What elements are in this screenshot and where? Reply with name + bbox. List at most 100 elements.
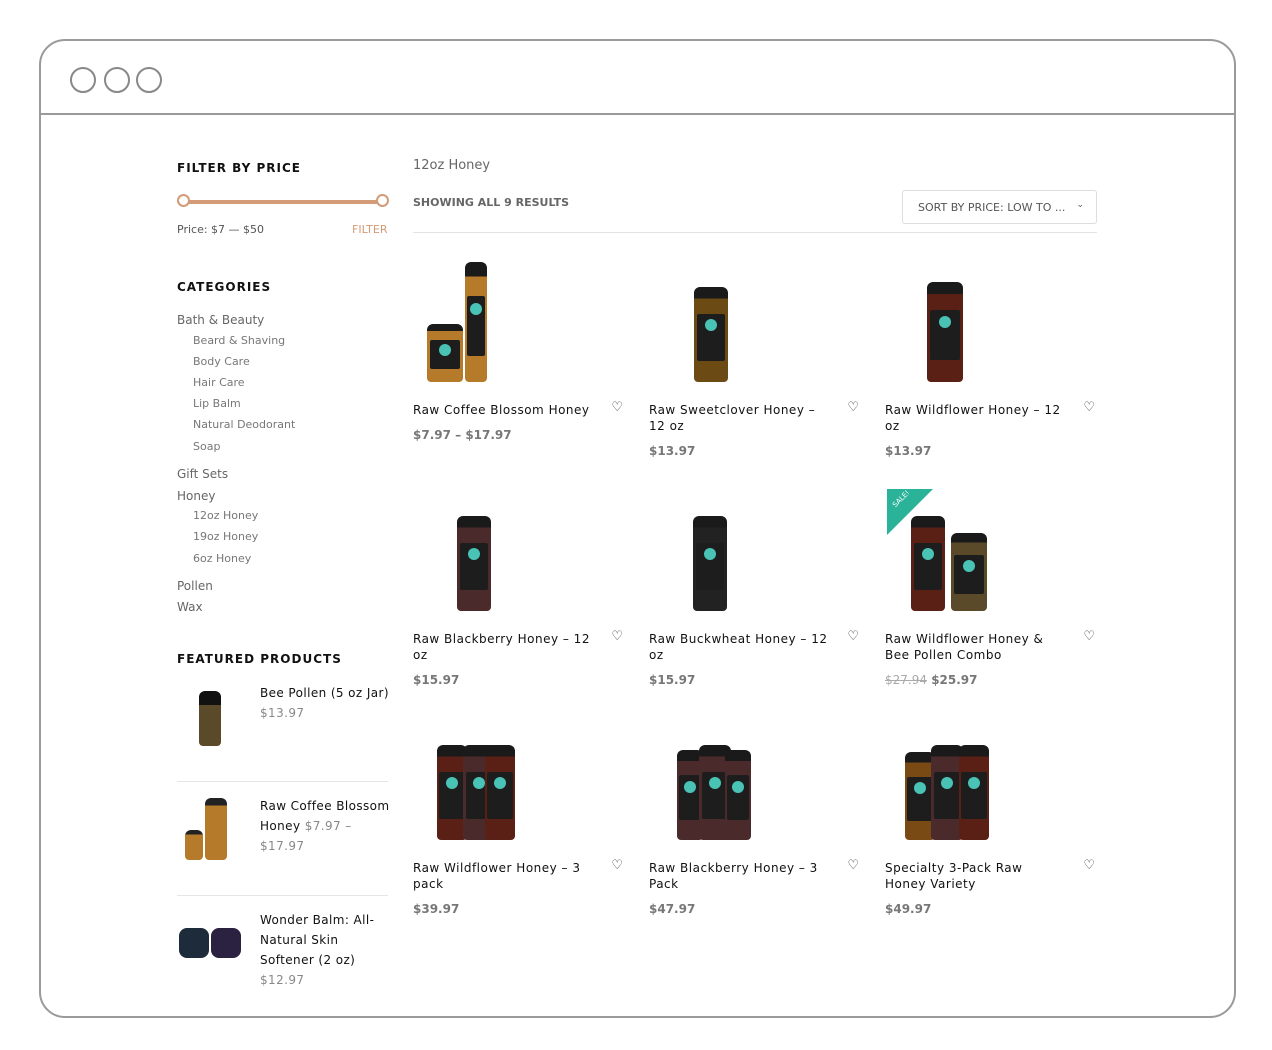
wishlist-heart-icon[interactable]: ♡ (1083, 400, 1095, 415)
category-12oz-honey[interactable]: 12oz Honey (193, 509, 258, 522)
product-image[interactable] (885, 716, 1105, 846)
product-image[interactable]: SALE! (885, 487, 1105, 617)
product-title[interactable]: Raw Blackberry Honey – 3 Pack (649, 860, 829, 892)
product-title[interactable]: Raw Coffee Blossom Honey (413, 402, 593, 418)
product-price: $39.97 (413, 902, 633, 916)
divider (177, 781, 388, 782)
category-lip-balm[interactable]: Lip Balm (193, 397, 241, 410)
featured-name[interactable]: Raw Coffee Blossom Honey $7.97 – $17.97 (260, 796, 390, 856)
category-pollen[interactable]: Pollen (177, 579, 213, 593)
price: $39.97 (413, 902, 460, 916)
divider (413, 232, 1097, 233)
featured-name[interactable]: Wonder Balm: All-Natural Skin Softener (… (260, 910, 390, 990)
product-title[interactable]: Raw Wildflower Honey & Bee Pollen Combo (885, 631, 1065, 663)
minimize-button[interactable] (104, 67, 130, 93)
featured-heading: FEATURED PRODUCTS (177, 652, 342, 666)
category-hair-care[interactable]: Hair Care (193, 376, 245, 389)
category-natural-deodorant[interactable]: Natural Deodorant (193, 418, 295, 431)
product-card[interactable]: ♡ Raw Blackberry Honey – 12 oz $15.97 (413, 487, 633, 687)
price: $7.97 – $17.97 (413, 428, 512, 442)
jar-image (693, 516, 727, 611)
jar-image (465, 262, 487, 382)
wishlist-heart-icon[interactable]: ♡ (611, 858, 623, 873)
category-soap[interactable]: Soap (193, 440, 220, 453)
product-image[interactable] (177, 910, 247, 980)
slider-min-handle[interactable] (177, 194, 190, 207)
featured-name[interactable]: Bee Pollen (5 oz Jar) $13.97 (260, 683, 390, 723)
wishlist-heart-icon[interactable]: ♡ (611, 629, 623, 644)
featured-item[interactable]: Wonder Balm: All-Natural Skin Softener (… (177, 910, 389, 1000)
filter-heading: FILTER BY PRICE (177, 161, 301, 175)
slider-max-handle[interactable] (376, 194, 389, 207)
jar-image (959, 745, 989, 840)
product-image[interactable] (177, 796, 247, 866)
product-card[interactable]: ♡ Raw Blackberry Honey – 3 Pack $47.97 (649, 716, 869, 916)
featured-title[interactable]: Wonder Balm: All-Natural Skin Softener (… (260, 913, 374, 967)
jar-image (427, 324, 463, 382)
product-price: $15.97 (649, 673, 869, 687)
category-bath-beauty[interactable]: Bath & Beauty (177, 313, 264, 327)
wishlist-heart-icon[interactable]: ♡ (847, 400, 859, 415)
close-button[interactable] (70, 67, 96, 93)
wishlist-heart-icon[interactable]: ♡ (1083, 858, 1095, 873)
product-title[interactable]: Raw Sweetclover Honey – 12 oz (649, 402, 829, 434)
featured-title[interactable]: Bee Pollen (5 oz Jar) (260, 686, 389, 700)
categories-heading: CATEGORIES (177, 280, 272, 294)
wishlist-heart-icon[interactable]: ♡ (847, 629, 859, 644)
price: $13.97 (885, 444, 932, 458)
category-19oz-honey[interactable]: 19oz Honey (193, 530, 258, 543)
jar-image (951, 533, 987, 611)
product-image[interactable] (177, 682, 247, 752)
maximize-button[interactable] (136, 67, 162, 93)
product-title[interactable]: Raw Buckwheat Honey – 12 oz (649, 631, 829, 663)
product-title[interactable]: Specialty 3-Pack Raw Honey Variety (885, 860, 1065, 892)
jar-image (457, 516, 491, 611)
product-price: $15.97 (413, 673, 633, 687)
product-price: $27.94 $25.97 (885, 673, 1105, 687)
price-slider[interactable] (177, 194, 389, 207)
product-card[interactable]: ♡ Raw Coffee Blossom Honey $7.97 – $17.9… (413, 258, 633, 442)
chevron-down-icon: ⌄ (1076, 200, 1084, 210)
featured-item[interactable]: Bee Pollen (5 oz Jar) $13.97 (177, 682, 389, 772)
product-card[interactable]: ♡ Raw Wildflower Honey – 12 oz $13.97 (885, 258, 1105, 458)
sort-select[interactable]: SORT BY PRICE: LOW TO ... ⌄ (902, 190, 1097, 224)
price: $47.97 (649, 902, 696, 916)
product-image[interactable] (649, 487, 869, 617)
product-title[interactable]: Raw Blackberry Honey – 12 oz (413, 631, 593, 663)
price: $15.97 (649, 673, 696, 687)
wishlist-heart-icon[interactable]: ♡ (1083, 629, 1095, 644)
sort-value: SORT BY PRICE: LOW TO ... (918, 201, 1066, 214)
wishlist-heart-icon[interactable]: ♡ (611, 400, 623, 415)
product-title[interactable]: Raw Wildflower Honey – 12 oz (885, 402, 1065, 434)
product-card[interactable]: ♡ Specialty 3-Pack Raw Honey Variety $49… (885, 716, 1105, 916)
product-image[interactable] (413, 487, 633, 617)
product-image[interactable] (413, 258, 633, 388)
product-card[interactable]: ♡ Raw Sweetclover Honey – 12 oz $13.97 (649, 258, 869, 458)
price: $49.97 (885, 902, 932, 916)
category-gift-sets[interactable]: Gift Sets (177, 467, 228, 481)
product-image[interactable] (649, 258, 869, 388)
product-card[interactable]: ♡ Raw Buckwheat Honey – 12 oz $15.97 (649, 487, 869, 687)
product-price: $7.97 – $17.97 (413, 428, 633, 442)
jar-image (725, 750, 751, 840)
product-price: $47.97 (649, 902, 869, 916)
featured-price: $13.97 (260, 706, 305, 720)
filter-button[interactable]: FILTER (352, 223, 388, 236)
category-honey[interactable]: Honey (177, 489, 215, 503)
product-card[interactable]: SALE! ♡ Raw Wildflower Honey & Bee Polle… (885, 487, 1105, 687)
title-bar (41, 41, 1234, 115)
featured-item[interactable]: Raw Coffee Blossom Honey $7.97 – $17.97 (177, 796, 389, 886)
price-label: Price: $7 — $50 (177, 223, 265, 236)
product-card[interactable]: ♡ Raw Wildflower Honey – 3 pack $39.97 (413, 716, 633, 916)
product-price: $13.97 (649, 444, 869, 458)
category-wax[interactable]: Wax (177, 600, 203, 614)
wishlist-heart-icon[interactable]: ♡ (847, 858, 859, 873)
category-6oz-honey[interactable]: 6oz Honey (193, 552, 251, 565)
category-body-care[interactable]: Body Care (193, 355, 250, 368)
product-image[interactable] (885, 258, 1105, 388)
product-title[interactable]: Raw Wildflower Honey – 3 pack (413, 860, 593, 892)
product-image[interactable] (413, 716, 633, 846)
divider (177, 895, 388, 896)
product-image[interactable] (649, 716, 869, 846)
category-beard-shaving[interactable]: Beard & Shaving (193, 334, 285, 347)
